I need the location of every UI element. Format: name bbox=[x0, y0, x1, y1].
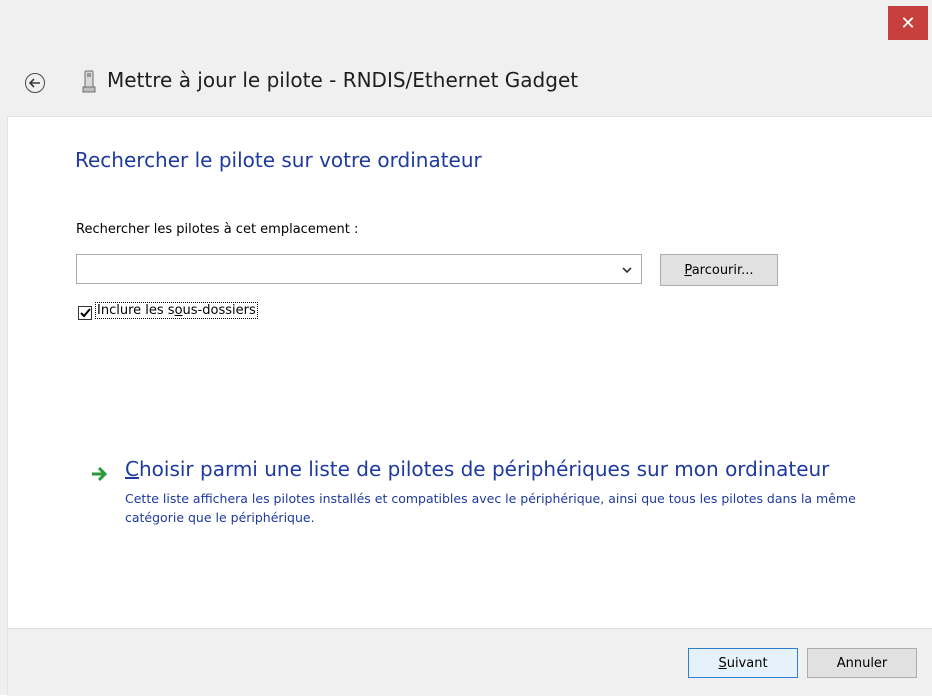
close-button[interactable]: ✕ bbox=[888, 6, 928, 40]
back-button[interactable] bbox=[25, 73, 45, 93]
page-heading: Rechercher le pilote sur votre ordinateu… bbox=[75, 148, 482, 172]
chevron-down-icon[interactable] bbox=[621, 264, 633, 276]
green-arrow-icon bbox=[92, 466, 108, 482]
update-driver-window: ✕ Mettre à jour le pilote - RNDIS/Ethern… bbox=[0, 0, 932, 696]
search-location-label: Rechercher les pilotes à cet emplacement… bbox=[76, 222, 359, 237]
device-icon bbox=[82, 70, 96, 93]
browse-label: Parcourir... bbox=[684, 262, 754, 278]
back-arrow-icon bbox=[29, 78, 40, 88]
title-bar: ✕ Mettre à jour le pilote - RNDIS/Ethern… bbox=[0, 0, 932, 117]
window-title: Mettre à jour le pilote - RNDIS/Ethernet… bbox=[107, 68, 579, 92]
cancel-button[interactable]: Annuler bbox=[807, 648, 917, 678]
next-button[interactable]: Suivant bbox=[688, 648, 798, 678]
next-label: Suivant bbox=[718, 655, 768, 671]
close-icon: ✕ bbox=[900, 12, 916, 34]
include-subfolders-label[interactable]: Inclure les sous-dossiers bbox=[95, 302, 258, 319]
cancel-label: Annuler bbox=[836, 655, 888, 671]
include-subfolders-checkbox[interactable] bbox=[78, 306, 92, 320]
checkmark-icon bbox=[79, 308, 91, 318]
browse-button[interactable]: Parcourir... bbox=[660, 254, 778, 286]
choose-driver-list-link[interactable]: Choisir parmi une liste de pilotes de pé… bbox=[125, 457, 829, 481]
choose-driver-list-description: Cette liste affichera les pilotes instal… bbox=[125, 491, 856, 525]
driver-path-combobox[interactable] bbox=[76, 254, 642, 284]
window-left-edge bbox=[0, 116, 8, 695]
